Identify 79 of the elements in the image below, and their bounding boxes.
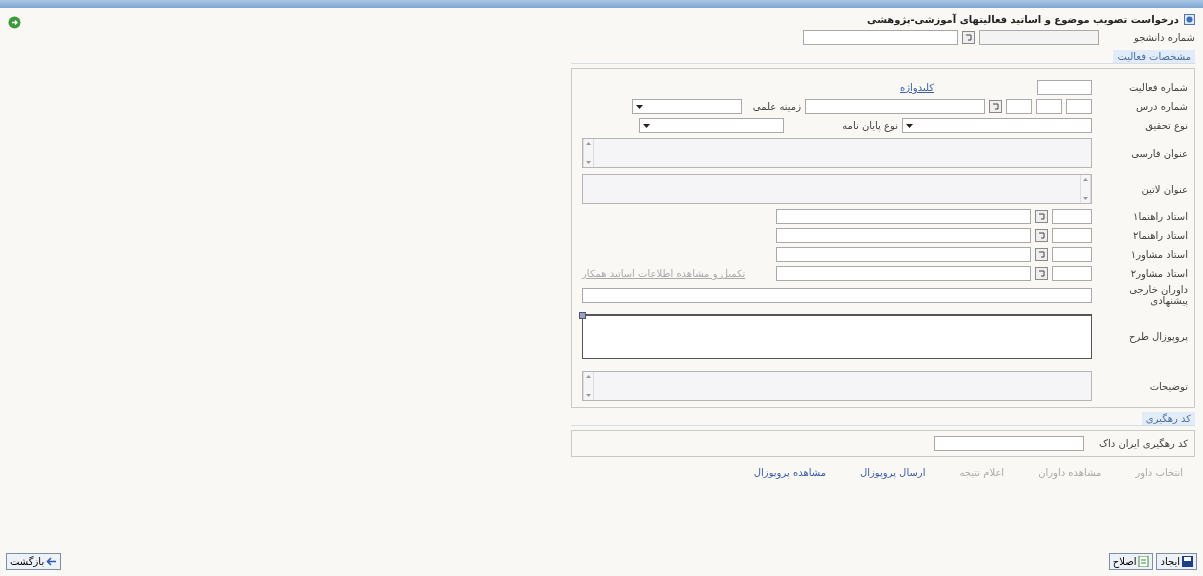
field-label: استاد مشاور۱ [1129,249,1188,260]
input-field[interactable] [979,30,1099,45]
field-label: استاد راهنما۱ [1132,211,1188,222]
input-field[interactable] [776,209,1031,224]
field-label: استاد مشاور۲ [1129,268,1188,279]
keyword-link[interactable]: کلیدواژه [900,82,934,93]
input-field[interactable] [1052,228,1092,243]
text-area[interactable] [582,371,1092,401]
input-field[interactable] [1052,266,1092,281]
form-icon [1184,14,1195,25]
field-label: زمینه علمی [751,101,801,112]
back-button[interactable]: بازگشت [6,552,62,570]
resize-handle[interactable] [579,312,586,319]
input-field[interactable] [1006,99,1032,114]
input-field[interactable] [805,99,985,114]
arrow-icon [46,555,58,567]
field-label: نوع پایان نامه [841,120,898,131]
scrollbar[interactable] [583,372,594,400]
dropdown-arrow-icon [636,104,643,109]
refresh-icon[interactable] [8,16,21,29]
field-label: استاد راهنما۲ [1132,230,1188,241]
lookup-button[interactable] [989,100,1002,113]
input-field[interactable] [776,266,1031,281]
dropdown-arrow-icon [906,123,913,128]
field-label: شماره درس [1135,101,1188,112]
input-field[interactable] [1066,99,1092,114]
lookup-button[interactable] [1035,248,1048,261]
scroll-up-icon[interactable] [586,142,591,145]
field-label: شماره فعالیت [1128,82,1188,93]
window-title: درخواست تصویب موضوع و اساتید فعالیتهای آموزشی-پژوهشی [867,14,1179,25]
lookup-icon [1038,270,1045,277]
input-field[interactable] [1052,247,1092,262]
lookup-icon [1038,213,1045,220]
edit-button[interactable]: اصلاح [1108,552,1154,570]
dropdown-field[interactable] [902,118,1092,133]
input-field[interactable] [776,228,1031,243]
field-label: عنوان لاتین [1140,183,1188,195]
scroll-down-icon[interactable] [586,394,591,397]
section-title: کد رهگیری [1141,412,1195,425]
dropdown-field[interactable] [632,99,742,114]
input-field[interactable] [1036,99,1062,114]
lookup-button[interactable] [1035,210,1048,223]
field-label: توضیحات [1148,380,1188,392]
lookup-button[interactable] [962,31,975,44]
action-link[interactable]: ارسال پروپوزال [860,467,926,478]
text-area[interactable] [582,138,1092,168]
input-field[interactable] [776,247,1031,262]
field-label: داوران خارجی پیشنهادی [1128,284,1188,306]
dropdown-arrow-icon [643,123,650,128]
dropdown-field[interactable] [639,118,784,133]
save-button[interactable]: ایجاد [1156,552,1197,570]
input-field[interactable] [803,30,958,45]
input-field[interactable] [582,287,1092,303]
save-icon [1182,555,1193,567]
lookup-icon [1038,232,1045,239]
action-link[interactable]: مشاهده پروپوزال [753,467,826,478]
section-title: مشخصات فعالیت [1113,50,1195,63]
input-field[interactable] [934,436,1084,451]
scroll-down-icon[interactable] [586,161,591,164]
lookup-icon [992,103,999,110]
lookup-button[interactable] [1035,267,1048,280]
text-editor[interactable] [582,314,1092,359]
field-label: نوع تحقیق [1144,120,1188,131]
field-label: عنوان فارسی [1130,147,1188,159]
scroll-up-icon[interactable] [586,375,591,378]
input-field[interactable] [1037,80,1092,95]
scroll-up-icon[interactable] [1083,178,1088,181]
document-icon [1138,555,1150,567]
scroll-down-icon[interactable] [1083,197,1088,200]
scrollbar[interactable] [583,139,594,167]
input-field[interactable] [1052,209,1092,224]
scrollbar[interactable] [1080,175,1091,203]
text-area[interactable] [582,174,1092,204]
field-label: شماره دانشجو [1132,32,1195,43]
lookup-icon [965,34,972,41]
field-label: کد رهگیری ایران داک [1098,438,1188,449]
lookup-button[interactable] [1035,229,1048,242]
field-label: پروپوزال طرح [1127,331,1188,342]
lookup-icon [1038,251,1045,258]
